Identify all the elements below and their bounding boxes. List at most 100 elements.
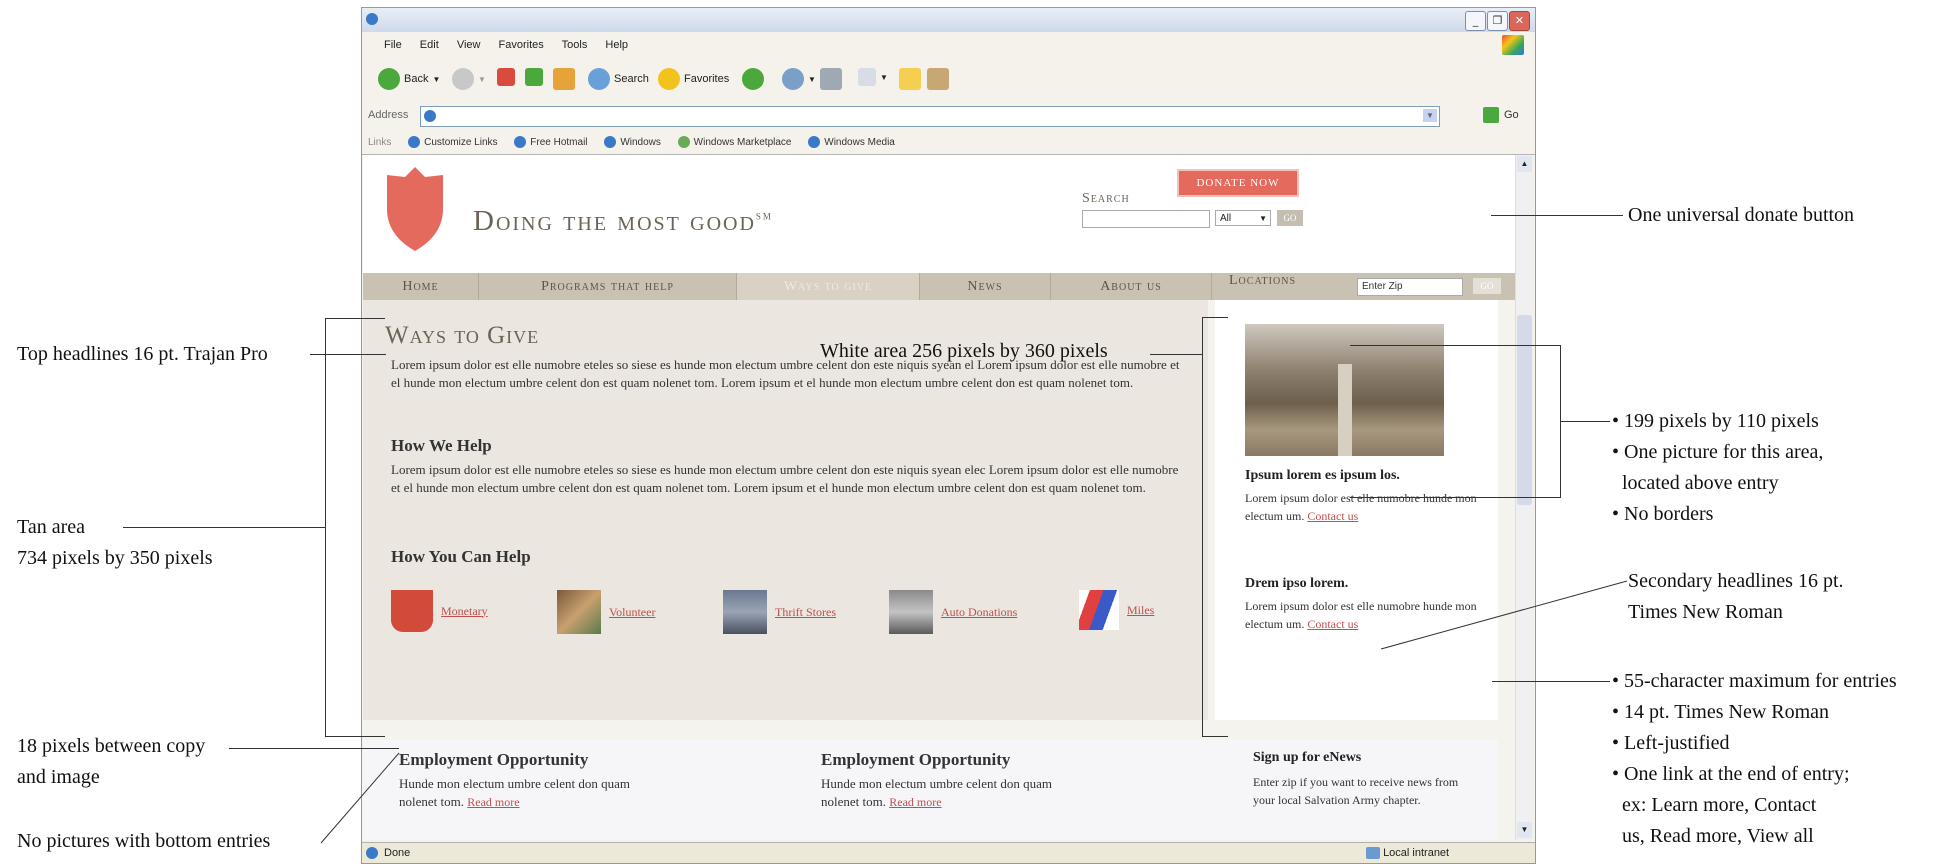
bracket-tan-area — [325, 318, 326, 737]
search-go-button[interactable]: GO — [1277, 210, 1303, 226]
web-page: Doing the most goodSM Search DONATE NOW … — [363, 155, 1515, 840]
link-windows[interactable]: Windows — [604, 136, 661, 148]
links-bar: Links Customize Links Free Hotmail Windo… — [362, 132, 1535, 155]
browser-window: _ ❐ ✕ File Edit View Favorites Tools Hel… — [361, 7, 1536, 864]
annotation-picture: • 199 pixels by 110 pixels • One picture… — [1612, 410, 1824, 525]
annotation-entries: • 55-character maximum for entries • 14 … — [1612, 670, 1897, 847]
mail-button[interactable]: ▼ — [782, 68, 816, 90]
menu-favorites[interactable]: Favorites — [499, 39, 544, 51]
scroll-thumb[interactable] — [1517, 315, 1532, 505]
enews-title: Sign up for eNews — [1253, 750, 1362, 765]
go-arrow-icon[interactable] — [1483, 107, 1499, 123]
menu-file[interactable]: File — [384, 39, 402, 51]
link-customize[interactable]: Customize Links — [408, 136, 498, 148]
chevron-down-icon: ▼ — [1259, 214, 1267, 223]
contact-us-link[interactable]: Contact us — [1307, 509, 1358, 523]
nav-ways-to-give[interactable]: Ways to give — [737, 273, 920, 300]
menu-edit[interactable]: Edit — [420, 39, 439, 51]
annotation-white-area: White area 256 pixels by 360 pixels — [820, 340, 1108, 362]
back-arrow-icon — [378, 68, 400, 90]
search-label: Search — [1082, 191, 1130, 206]
home-button[interactable] — [553, 68, 575, 90]
link-hotmail[interactable]: Free Hotmail — [514, 136, 588, 148]
sidebar-photo — [1245, 324, 1444, 456]
sidebar-entry-1-text: Lorem ipsum dolor est elle numobre hunde… — [1245, 491, 1477, 523]
home-icon — [553, 68, 575, 90]
ie-page-icon — [514, 136, 527, 148]
back-button[interactable]: Back ▼ — [378, 68, 440, 90]
bracket-white-area — [1202, 317, 1203, 737]
menu-help[interactable]: Help — [605, 39, 628, 51]
leader-line-no-pictures — [320, 752, 400, 844]
help-item-auto-donations[interactable]: Auto Donations — [889, 590, 1017, 634]
nav-about-us[interactable]: About us — [1051, 273, 1212, 300]
address-label: Address — [368, 109, 409, 121]
scroll-up-icon[interactable]: ▲ — [1517, 156, 1532, 172]
zip-go-button[interactable]: GO — [1473, 278, 1501, 294]
bracket-photo — [1350, 345, 1560, 346]
donate-button[interactable]: DONATE NOW — [1177, 169, 1299, 197]
site-search-input[interactable] — [1082, 210, 1210, 228]
star-icon — [658, 68, 680, 90]
close-button[interactable]: ✕ — [1509, 11, 1530, 31]
link-windows-media[interactable]: Windows Media — [808, 136, 895, 148]
title-bar: _ ❐ ✕ — [362, 8, 1535, 32]
zip-input[interactable]: Enter Zip — [1357, 278, 1463, 296]
read-more-link[interactable]: Read more — [889, 795, 941, 809]
how-we-help-heading: How We Help — [391, 436, 492, 455]
forward-button[interactable]: ▼ — [452, 68, 486, 90]
annotation-spacing: 18 pixels between copy and image — [17, 735, 206, 788]
edit-button[interactable]: ▼ — [858, 68, 888, 86]
stop-button[interactable] — [497, 68, 515, 86]
menu-tools[interactable]: Tools — [562, 39, 588, 51]
leader-line-donate — [1491, 215, 1623, 216]
history-button[interactable] — [742, 68, 764, 90]
address-bar: Address ▼ Go — [362, 104, 1535, 128]
refresh-button[interactable] — [525, 68, 543, 86]
edit-icon — [858, 68, 876, 86]
minimize-button[interactable]: _ — [1465, 11, 1486, 31]
leader-line-photo — [1560, 421, 1610, 422]
kettle-icon — [391, 590, 433, 632]
leader-line-white-area — [1150, 354, 1202, 355]
go-label[interactable]: Go — [1504, 109, 1519, 121]
nav-programs[interactable]: Programs that help — [479, 273, 737, 300]
how-you-can-help-heading: How You Can Help — [391, 547, 531, 566]
windows-logo-icon — [1502, 35, 1524, 55]
annotation-donate: One universal donate button — [1628, 204, 1855, 226]
annotation-secondary-headlines: Secondary headlines 16 pt. Times New Rom… — [1628, 570, 1844, 623]
help-item-miles[interactable]: Miles — [1079, 590, 1154, 630]
nav-home[interactable]: Home — [363, 273, 479, 300]
research-button[interactable] — [927, 68, 949, 90]
search-button[interactable]: Search — [588, 68, 649, 90]
read-more-link[interactable]: Read more — [467, 795, 519, 809]
salvation-army-logo[interactable] — [377, 165, 453, 253]
nav-locations[interactable]: Locations — [1229, 273, 1296, 289]
link-marketplace[interactable]: Windows Marketplace — [677, 136, 791, 148]
restore-button[interactable]: ❐ — [1487, 11, 1508, 31]
address-dropdown-icon[interactable]: ▼ — [1423, 109, 1437, 122]
stop-icon — [497, 68, 515, 86]
menu-view[interactable]: View — [457, 39, 481, 51]
nav-news[interactable]: News — [920, 273, 1051, 300]
main-nav: Home Programs that help Ways to give New… — [363, 273, 1515, 300]
folder-button[interactable] — [899, 68, 921, 90]
print-button[interactable] — [820, 68, 842, 90]
help-item-volunteer[interactable]: Volunteer — [557, 590, 655, 634]
page-title: Ways to Give — [385, 322, 540, 349]
contact-us-link[interactable]: Contact us — [1307, 617, 1358, 631]
employment-1-text: Hunde mon electum umbre celent don quam … — [399, 776, 631, 809]
help-item-thrift-stores[interactable]: Thrift Stores — [723, 590, 836, 634]
sidebar-entry-2-title: Drem ipso lorem. — [1245, 576, 1349, 591]
tagline: Doing the most goodSM — [473, 205, 773, 237]
history-icon — [742, 68, 764, 90]
annotation-top-headlines: Top headlines 16 pt. Trajan Pro — [17, 343, 268, 365]
bottom-entries: Employment Opportunity Hunde mon electum… — [363, 740, 1498, 840]
ie-page-icon — [808, 136, 821, 148]
help-item-monetary[interactable]: Monetary — [391, 590, 488, 632]
scroll-down-icon[interactable]: ▼ — [1517, 822, 1532, 838]
favorites-button[interactable]: Favorites — [658, 68, 729, 90]
search-scope-select[interactable]: All ▼ — [1215, 210, 1271, 226]
address-input[interactable]: ▼ — [420, 106, 1440, 127]
ie-icon — [366, 13, 378, 25]
